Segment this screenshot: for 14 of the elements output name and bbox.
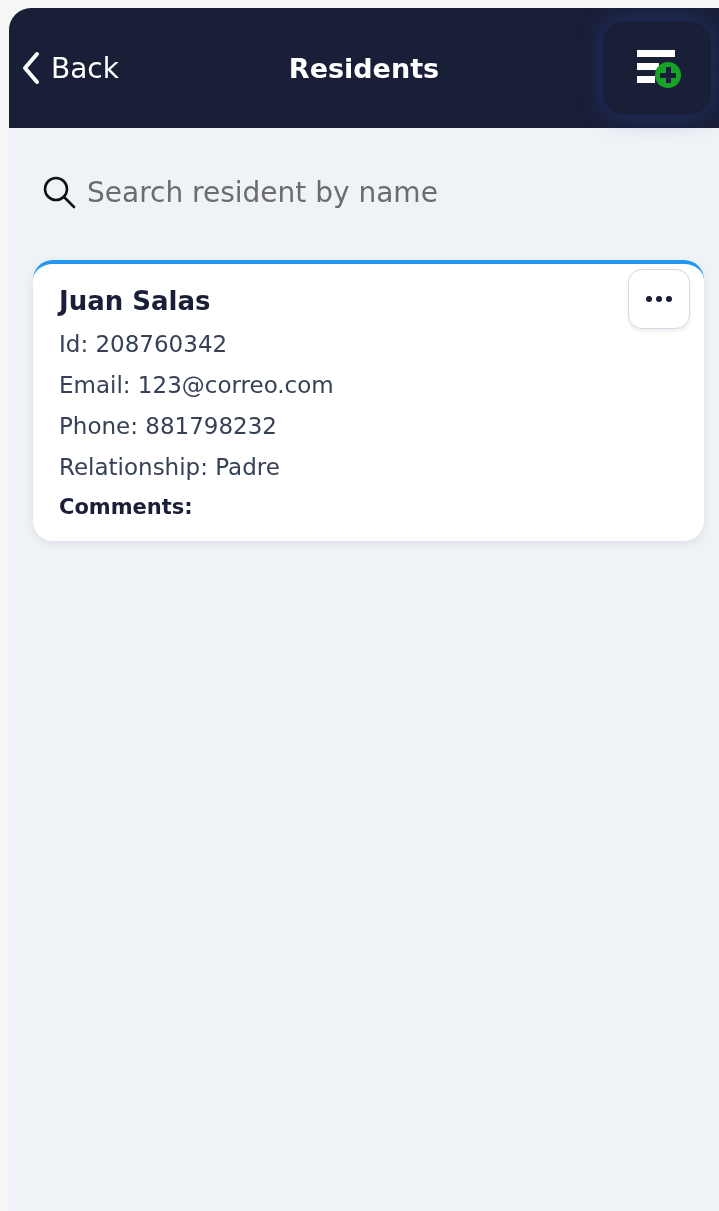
resident-name: Juan Salas [59, 286, 211, 316]
chevron-left-icon [21, 51, 41, 85]
resident-detail: Id: 208760342 [59, 331, 229, 357]
more-icon [646, 296, 672, 302]
comments-label: Comments: [59, 495, 194, 519]
more-button[interactable] [628, 269, 690, 329]
page-title: Residents [288, 52, 440, 84]
search-field[interactable]: Search resident by name [85, 174, 649, 210]
search-icon [41, 174, 77, 210]
resident-detail: Phone: 881798232 [59, 413, 278, 439]
resident-detail: Relationship: Padre [59, 454, 281, 480]
resident-detail: Email: 123@correo.com [59, 372, 335, 398]
back-button[interactable]: Back [21, 51, 119, 85]
add-list-button[interactable] [603, 21, 711, 115]
